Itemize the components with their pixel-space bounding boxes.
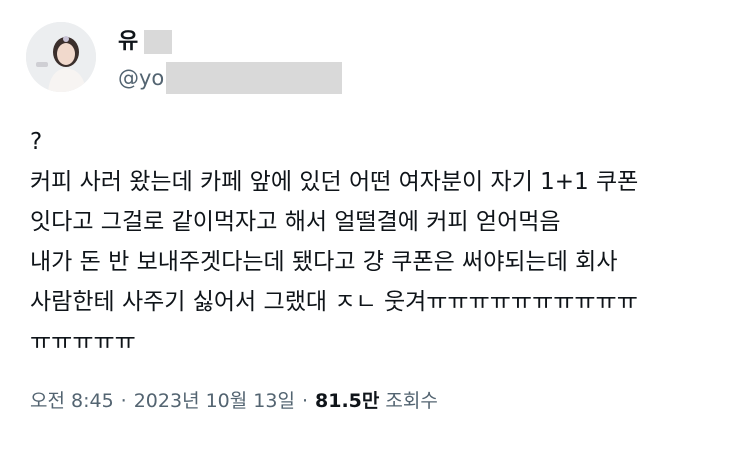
author-name[interactable]: 유	[118, 28, 173, 56]
redaction-block	[144, 30, 173, 54]
avatar[interactable]	[26, 22, 96, 92]
tweet-line: ?	[30, 129, 43, 155]
tweet-text: ? 커피 사러 왔는데 카페 앞에 있던 어떤 여자분이 자기 1+1 쿠폰 잇…	[30, 122, 720, 362]
tweet-line: 잇다고 그걸로 같이먹자고 해서 얼떨결에 커피 얻어먹음	[30, 209, 561, 235]
tweet-line: 커피 사러 왔는데 카페 앞에 있던 어떤 여자분이 자기 1+1 쿠폰	[30, 169, 639, 195]
views-count: 81.5만	[315, 390, 380, 412]
views-label: 조회수	[385, 390, 438, 412]
tweet-date[interactable]: 2023년 10월 13일	[134, 386, 295, 416]
tweet-meta: 오전 8:45 · 2023년 10월 13일 · 81.5만 조회수	[30, 386, 438, 416]
author-handle[interactable]: @yo	[118, 62, 343, 94]
meta-separator: ·	[120, 390, 127, 412]
author-name-text: 유	[118, 29, 139, 54]
tweet-line: 내가 돈 반 보내주겟다는데 됐다고 걍 쿠폰은 써야되는데 회사	[30, 249, 618, 275]
tweet-time[interactable]: 오전 8:45	[30, 386, 114, 416]
author-handle-text: @yo	[118, 66, 165, 90]
tweet-line: 사람한테 사주기 싫어서 그랬대 ㅈㄴ 웃겨ㅠㅠㅠㅠㅠㅠㅠㅠㅠㅠ	[30, 289, 638, 315]
tweet-line: ㅠㅠㅠㅠㅠ	[30, 329, 136, 355]
meta-separator: ·	[301, 390, 308, 412]
redaction-block	[166, 62, 343, 94]
avatar-photo	[26, 22, 96, 92]
